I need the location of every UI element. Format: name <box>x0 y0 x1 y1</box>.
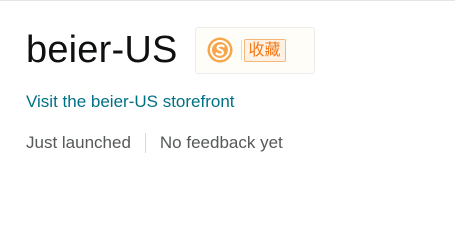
store-name-title: beier-US <box>26 29 178 71</box>
feedback-status-text: No feedback yet <box>159 133 283 152</box>
seller-status-row: Just launched No feedback yet <box>26 132 283 154</box>
storefront-link[interactable]: Visit the beier-US storefront <box>26 91 235 113</box>
coin-s-icon <box>207 37 233 63</box>
status-divider <box>144 133 146 153</box>
top-divider <box>0 0 455 1</box>
favorite-separator <box>240 40 242 60</box>
launch-status-text: Just launched <box>26 133 131 152</box>
favorite-button[interactable]: 收藏 <box>243 38 286 62</box>
store-header: beier-US 收藏 <box>26 25 315 75</box>
favorite-widget[interactable]: 收藏 <box>194 26 315 74</box>
